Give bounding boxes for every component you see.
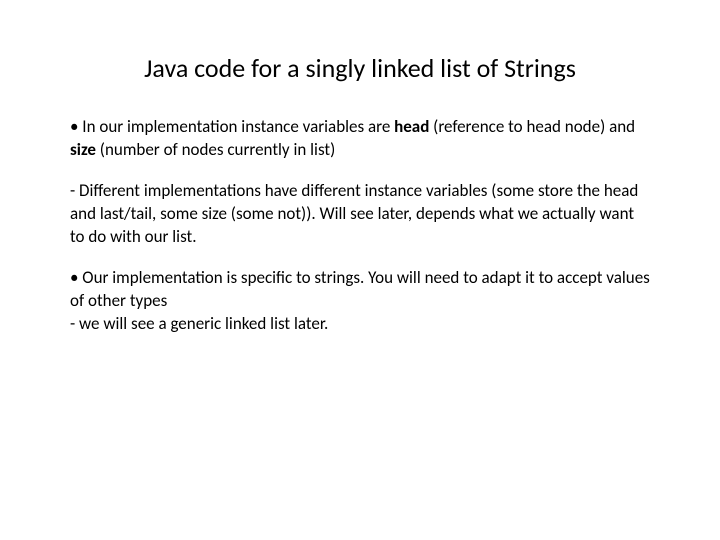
text-run: (reference to head node) and (429, 116, 635, 137)
bullet-2: - Different implementations have differe… (70, 180, 650, 249)
bullet-1: • In our implementation instance variabl… (70, 116, 650, 162)
slide-title: Java code for a singly linked list of St… (70, 52, 650, 84)
text-run: • In our implementation instance variabl… (70, 116, 394, 137)
bold-size: size (70, 139, 96, 160)
text-run: (number of nodes currently in list) (96, 139, 335, 160)
text-run: • Our implementation is specific to stri… (70, 267, 650, 311)
bold-head: head (394, 116, 429, 137)
bullet-3: • Our implementation is specific to stri… (70, 267, 650, 336)
slide-body: • In our implementation instance variabl… (70, 116, 650, 336)
text-run: - we will see a generic linked list late… (70, 313, 328, 334)
